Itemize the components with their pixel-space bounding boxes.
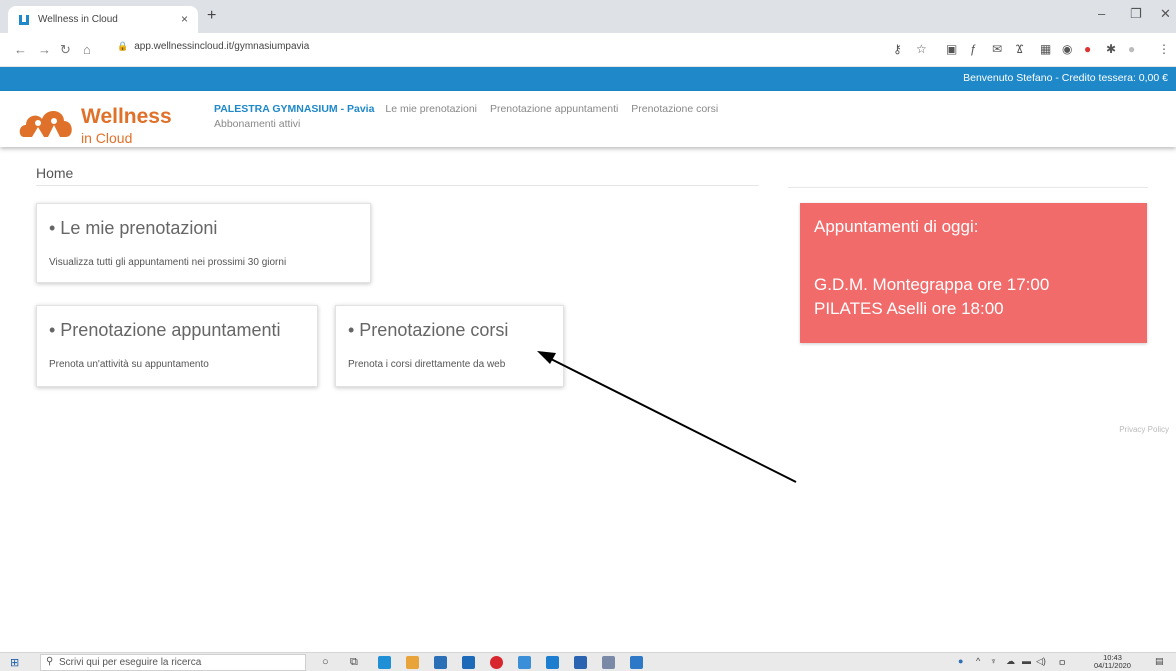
back-icon[interactable]: ← bbox=[14, 42, 27, 57]
help-icon[interactable]: ● bbox=[958, 656, 963, 666]
appointment-item[interactable]: PILATES Aselli ore 18:00 bbox=[814, 297, 1133, 321]
appointment-item[interactable]: G.D.M. Montegrappa ore 17:00 bbox=[814, 273, 1133, 297]
maximize-button[interactable]: ❐ bbox=[1130, 6, 1142, 22]
extension-font-icon[interactable]: ƒ bbox=[970, 42, 977, 56]
nav-gym-name[interactable]: PALESTRA GYMNASIUM - Pavia bbox=[214, 103, 374, 115]
extensions-puzzle-icon[interactable]: ✱ bbox=[1106, 42, 1116, 56]
privacy-policy-link[interactable]: Privacy Policy bbox=[1119, 425, 1169, 434]
url-text: app.wellnessincloud.it/gymnasiumpavia bbox=[134, 41, 310, 52]
key-icon[interactable]: ⚷ bbox=[893, 42, 902, 56]
clock-date: 04/11/2020 bbox=[1094, 661, 1131, 670]
extension-stop-icon[interactable]: ● bbox=[1084, 42, 1091, 56]
extension-grid-icon[interactable]: ▦ bbox=[1040, 42, 1051, 56]
app-icon[interactable] bbox=[574, 656, 587, 669]
lock-icon: 🔒 bbox=[117, 41, 129, 51]
forward-icon[interactable]: → bbox=[38, 42, 51, 57]
minimize-button[interactable]: – bbox=[1098, 6, 1105, 21]
extension-fx-icon[interactable]: Ϫ bbox=[1016, 42, 1023, 56]
app-icon[interactable] bbox=[546, 656, 559, 669]
divider bbox=[788, 187, 1148, 188]
breadcrumb: Home bbox=[36, 165, 74, 181]
today-title: Appuntamenti di oggi: bbox=[814, 217, 979, 236]
url-field[interactable]: 🔒 app.wellnessincloud.it/gymnasiumpavia bbox=[117, 41, 309, 52]
menu-dots-icon[interactable]: ⋮ bbox=[1158, 42, 1170, 56]
windows-start-icon[interactable]: ⊞ bbox=[10, 656, 19, 669]
close-window-button[interactable]: ✕ bbox=[1160, 6, 1171, 22]
card-title: • Prenotazione corsi bbox=[348, 320, 509, 340]
network-icon[interactable]: ☁ bbox=[1006, 656, 1015, 667]
today-appointments-panel: Appuntamenti di oggi: G.D.M. Montegrappa… bbox=[800, 203, 1147, 343]
address-bar-row: ← → ↻ ⌂ 🔒 app.wellnessincloud.it/gymnasiu… bbox=[0, 33, 1176, 67]
extension-mail-icon[interactable]: ✉ bbox=[992, 42, 1002, 56]
logo-text: Wellness bbox=[81, 105, 172, 128]
tray-app-icon[interactable]: ♆ bbox=[990, 656, 997, 666]
site-header: Wellness in Cloud PALESTRA GYMNASIUM - P… bbox=[0, 91, 1176, 147]
tab-title: Wellness in Cloud bbox=[38, 14, 118, 25]
nav-prenotazione-corsi[interactable]: Prenotazione corsi bbox=[631, 103, 718, 115]
search-placeholder: Scrivi qui per eseguire la ricerca bbox=[59, 657, 202, 668]
nav-abbonamenti-attivi[interactable]: Abbonamenti attivi bbox=[214, 118, 300, 130]
card-le-mie-prenotazioni[interactable]: • Le mie prenotazioni Visualizza tutti g… bbox=[36, 203, 371, 283]
card-prenotazione-appuntamenti[interactable]: • Prenotazione appuntamenti Prenota un'a… bbox=[36, 305, 318, 387]
reload-icon[interactable]: ↻ bbox=[60, 42, 71, 58]
wellness-logo[interactable]: Wellness in Cloud bbox=[18, 97, 178, 146]
app-icon[interactable] bbox=[602, 656, 615, 669]
logo-subtext: in Cloud bbox=[81, 130, 133, 146]
nav-prenotazione-appuntamenti[interactable]: Prenotazione appuntamenti bbox=[490, 103, 618, 115]
search-icon: ⚲ bbox=[46, 656, 54, 667]
main-nav: PALESTRA GYMNASIUM - Pavia Le mie prenot… bbox=[214, 103, 728, 115]
home-icon[interactable]: ⌂ bbox=[83, 42, 91, 57]
divider bbox=[36, 185, 759, 186]
taskbar-search-input[interactable]: ⚲ Scrivi qui per eseguire la ricerca bbox=[40, 654, 306, 671]
mail-icon[interactable] bbox=[462, 656, 475, 669]
store-icon[interactable] bbox=[434, 656, 447, 669]
card-title: • Prenotazione appuntamenti bbox=[49, 320, 281, 340]
card-description: Prenota un'attività su appuntamento bbox=[49, 359, 209, 370]
card-description: Visualizza tutti gli appuntamenti nei pr… bbox=[49, 257, 287, 268]
extension-camera-icon[interactable]: ◉ bbox=[1062, 42, 1072, 56]
task-view-icon[interactable]: ⧉ bbox=[350, 656, 358, 669]
site-top-strip: Benvenuto Stefano - Credito tessera: 0,0… bbox=[0, 67, 1176, 91]
browser-tab[interactable]: Wellness in Cloud × bbox=[8, 6, 198, 33]
file-explorer-icon[interactable] bbox=[406, 656, 419, 669]
windows-taskbar: ⊞ ⚲ Scrivi qui per eseguire la ricerca ○… bbox=[0, 652, 1176, 671]
nav-le-mie-prenotazioni[interactable]: Le mie prenotazioni bbox=[385, 103, 477, 115]
star-icon[interactable]: ☆ bbox=[916, 42, 927, 56]
welcome-text: Benvenuto Stefano - Credito tessera: 0,0… bbox=[963, 72, 1168, 84]
tab-close-icon[interactable]: × bbox=[181, 12, 188, 26]
taskbar-clock[interactable]: 10:43 04/11/2020 bbox=[1094, 654, 1131, 670]
wellness-favicon-icon bbox=[19, 14, 29, 25]
opera-icon[interactable] bbox=[490, 656, 503, 669]
new-tab-button[interactable]: + bbox=[207, 7, 216, 25]
language-icon[interactable]: ㅁ bbox=[1058, 656, 1066, 669]
extension-translate-icon[interactable]: ▣ bbox=[946, 42, 957, 56]
browser-tabbar: Wellness in Cloud × + – ❐ ✕ bbox=[0, 0, 1176, 33]
chevron-up-icon[interactable]: ^ bbox=[976, 656, 980, 666]
notifications-icon[interactable]: ▤ bbox=[1155, 656, 1164, 667]
profile-avatar-icon[interactable]: ● bbox=[1128, 42, 1135, 56]
card-prenotazione-corsi[interactable]: • Prenotazione corsi Prenota i corsi dir… bbox=[335, 305, 564, 387]
card-description: Prenota i corsi direttamente da web bbox=[348, 359, 506, 370]
chrome-icon[interactable] bbox=[518, 656, 531, 669]
volume-icon[interactable]: ◁) bbox=[1036, 656, 1046, 667]
cortana-icon[interactable]: ○ bbox=[322, 656, 329, 668]
battery-icon[interactable]: ▬ bbox=[1022, 656, 1031, 666]
edge-icon[interactable] bbox=[378, 656, 391, 669]
card-title: • Le mie prenotazioni bbox=[49, 218, 218, 238]
cloud-people-logo-icon bbox=[19, 110, 72, 137]
app-icon[interactable] bbox=[630, 656, 643, 669]
